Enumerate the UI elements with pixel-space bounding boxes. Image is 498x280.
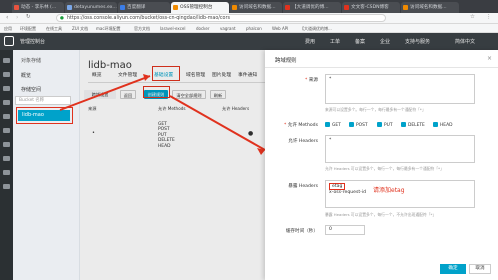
etag-line: etag [329,183,346,190]
allow-headers-textarea[interactable]: * [325,135,475,163]
panel-title: 跨域规则 [275,58,297,64]
annotation-add-etag: 请添加etag [373,187,405,194]
cancel-button[interactable]: 取消 [469,264,491,274]
allow-headers-hint: 允许 Headers 可以设置多个，每行一个，每行最多有一个通配符「*」 [325,166,444,171]
method-checkbox-head[interactable]: HEAD [433,122,452,128]
method-checkbox-delete[interactable]: DELETE [401,122,425,128]
ok-button[interactable]: 确定 [440,264,466,274]
cors-rule-panel: 跨域规则 × * 来源 * 来源可以设置多个。每行一个，每行最多有一个通配符「*… [265,50,498,280]
expose-headers-label: 暴露 Headers [288,184,318,189]
method-checkbox-put[interactable]: PUT [377,122,393,128]
method-checkbox-get[interactable]: GET [325,122,341,128]
cache-seconds-input[interactable]: 0 [325,225,365,235]
origin-hint: 来源可以设置多个。每行一个，每行最多有一个通配符「*」 [325,107,426,112]
method-checkbox-post[interactable]: POST [349,122,368,128]
expose-headers-hint: 暴露 Headers 可以设置多个，每行一个，不允许出现通配符「*」 [325,212,437,217]
origin-label: * 来源 [305,78,318,83]
close-icon[interactable]: × [487,55,492,62]
allow-headers-label: 允许 Headers [288,139,318,144]
methods-label: * 允许 Methods [283,123,318,128]
origin-textarea[interactable]: * [325,74,475,104]
divider [265,67,498,68]
cache-label: 缓存时间（秒） [285,229,318,234]
